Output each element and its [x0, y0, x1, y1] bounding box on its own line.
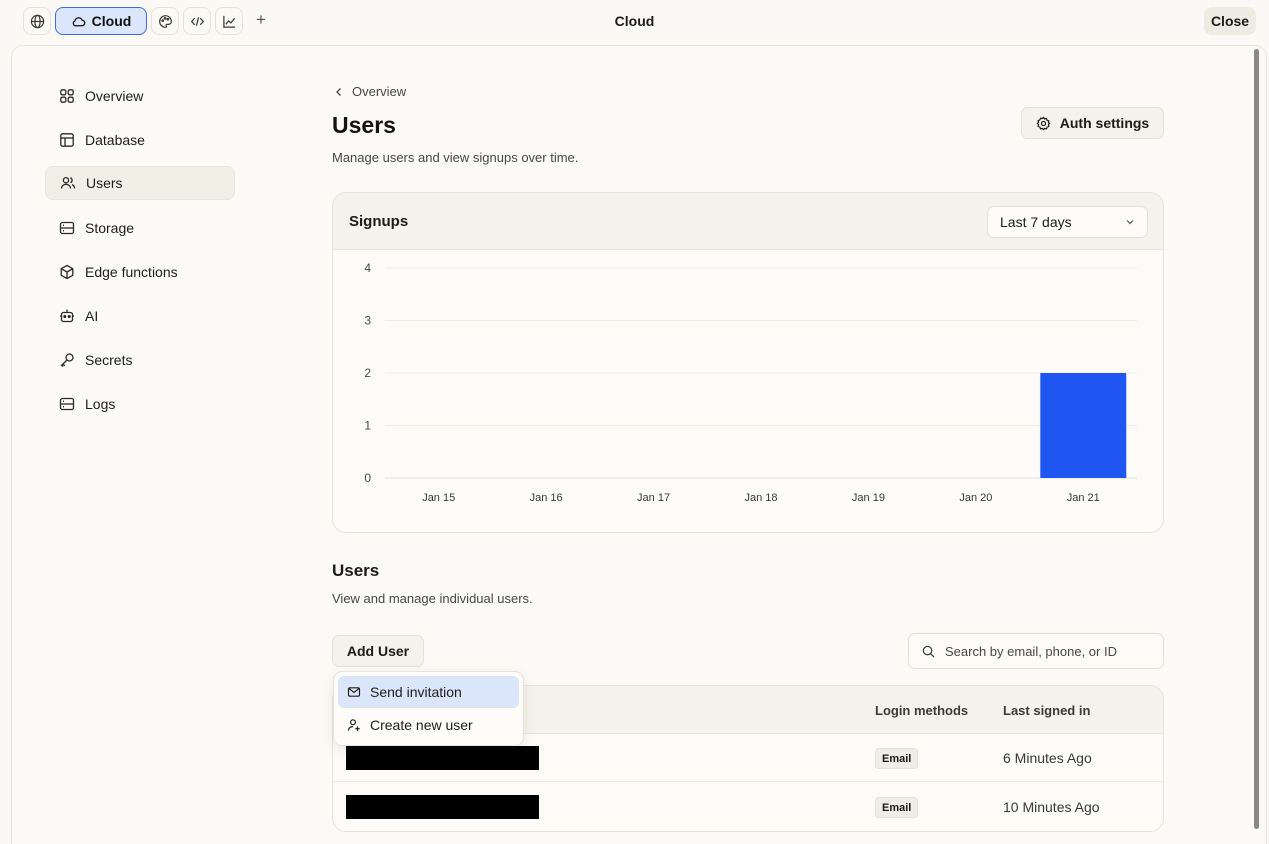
cloud-tab[interactable]: Cloud [55, 7, 147, 35]
x-tick-label: Jan 18 [744, 492, 777, 504]
sidebar-item-ai[interactable]: AI [45, 299, 235, 333]
table-icon [60, 133, 74, 147]
sidebar-item-label: Users [86, 175, 123, 191]
design-button[interactable] [151, 7, 179, 35]
last-signed-in: 10 Minutes Ago [1003, 799, 1100, 815]
sidebar-item-storage[interactable]: Storage [45, 211, 235, 245]
x-tick-label: Jan 20 [959, 492, 992, 504]
login-method-badge: Email [875, 748, 919, 769]
breadcrumb-label: Overview [352, 84, 407, 99]
page-title: Users [332, 112, 396, 138]
add-user-button[interactable]: Add User [332, 635, 424, 667]
y-tick-label: 4 [364, 261, 371, 275]
logs-icon [59, 397, 75, 411]
search-box [908, 633, 1164, 669]
chevron-left-icon [336, 87, 341, 96]
sidebar-item-users[interactable]: Users [45, 166, 235, 200]
sidebar-item-database[interactable]: Database [45, 123, 235, 157]
cloud-tab-label: Cloud [91, 13, 132, 29]
auth-settings-button[interactable]: Auth settings [1021, 107, 1164, 139]
menu-item-create-new-user[interactable]: Create new user [338, 709, 519, 741]
globe-button[interactable] [23, 7, 51, 35]
sidebar-item-secrets[interactable]: Secrets [45, 343, 235, 377]
sidebar-item-label: Storage [85, 220, 135, 236]
login-method-badge: Email [875, 797, 919, 818]
sidebar-item-label: Edge functions [85, 264, 178, 280]
chevron-down-icon [1126, 220, 1134, 225]
sidebar-item-label: Database [85, 132, 145, 148]
range-select[interactable]: Last 7 days [987, 206, 1148, 238]
breadcrumb[interactable]: Overview [334, 84, 406, 99]
sidebar-item-label: Logs [85, 396, 116, 412]
palette-icon [158, 14, 172, 28]
menu-item-label: Send invitation [370, 684, 462, 700]
signups-card-header: Signups Last 7 days [333, 193, 1163, 250]
redacted-email [346, 795, 539, 819]
page-subtitle: Manage users and view signups over time. [332, 150, 579, 165]
sidebar-item-overview[interactable]: Overview [45, 79, 235, 113]
add-user-menu: Send invitation Create new user [333, 671, 524, 746]
cube-icon [60, 264, 74, 280]
gear-icon [1036, 115, 1051, 130]
key-icon [60, 353, 74, 368]
search-input[interactable] [945, 643, 1145, 659]
table-row[interactable]: Email 10 Minutes Ago [333, 783, 1163, 831]
sidebar-item-label: Overview [85, 88, 144, 104]
chart-title: Signups [349, 213, 409, 230]
signups-card: Signups Last 7 days 0 1 2 3 4 Jan 15 Jan 16 Jan… [332, 192, 1164, 533]
x-tick-label: Jan 17 [637, 492, 670, 504]
auth-settings-label: Auth settings [1059, 115, 1150, 131]
sidebar-item-logs[interactable]: Logs [45, 387, 235, 421]
sidebar-item-label: AI [85, 308, 99, 324]
user-plus-icon [347, 719, 360, 731]
cloud-icon [72, 16, 85, 26]
y-tick-label: 3 [364, 314, 371, 328]
grid-icon [60, 89, 74, 103]
code-button[interactable] [183, 7, 211, 35]
x-tick-label: Jan 15 [422, 492, 455, 504]
x-tick-label: Jan 21 [1067, 492, 1100, 504]
chart-bar [1040, 373, 1127, 478]
menu-item-label: Create new user [370, 717, 473, 733]
mail-icon [347, 687, 361, 697]
redacted-email [346, 746, 539, 770]
robot-icon [60, 309, 74, 323]
y-tick-label: 2 [364, 366, 371, 380]
last-signed-in: 6 Minutes Ago [1003, 750, 1092, 766]
search-icon [922, 645, 935, 657]
column-header-last-signed-in[interactable]: Last signed in [1003, 703, 1090, 718]
line-chart-icon [222, 15, 235, 28]
range-select-value: Last 7 days [1000, 214, 1072, 230]
storage-icon [59, 221, 75, 235]
y-tick-label: 1 [364, 419, 371, 433]
sidebar-item-edge-functions[interactable]: Edge functions [45, 255, 235, 289]
users-section-subtitle: View and manage individual users. [332, 591, 533, 606]
scrollbar-thumb[interactable] [1254, 49, 1259, 829]
close-button[interactable]: Close [1204, 7, 1256, 35]
x-tick-label: Jan 16 [530, 492, 563, 504]
code-icon [190, 16, 204, 26]
users-section-title: Users [332, 561, 380, 580]
menu-item-send-invitation[interactable]: Send invitation [338, 676, 519, 708]
x-tick-label: Jan 19 [852, 492, 885, 504]
column-header-login-methods[interactable]: Login methods [875, 703, 968, 718]
analytics-button[interactable] [215, 7, 243, 35]
users-icon [60, 176, 76, 189]
y-tick-label: 0 [364, 471, 371, 485]
globe-icon [30, 14, 44, 28]
top-bar: Cloud + Cloud Close [0, 0, 1269, 44]
add-tab-button[interactable]: + [253, 10, 269, 30]
signups-chart: 0 1 2 3 4 Jan 15 Jan 16 Jan 17 Jan 18 Jan 19 Jan 2… [364, 261, 1137, 504]
sidebar-item-label: Secrets [85, 352, 133, 368]
